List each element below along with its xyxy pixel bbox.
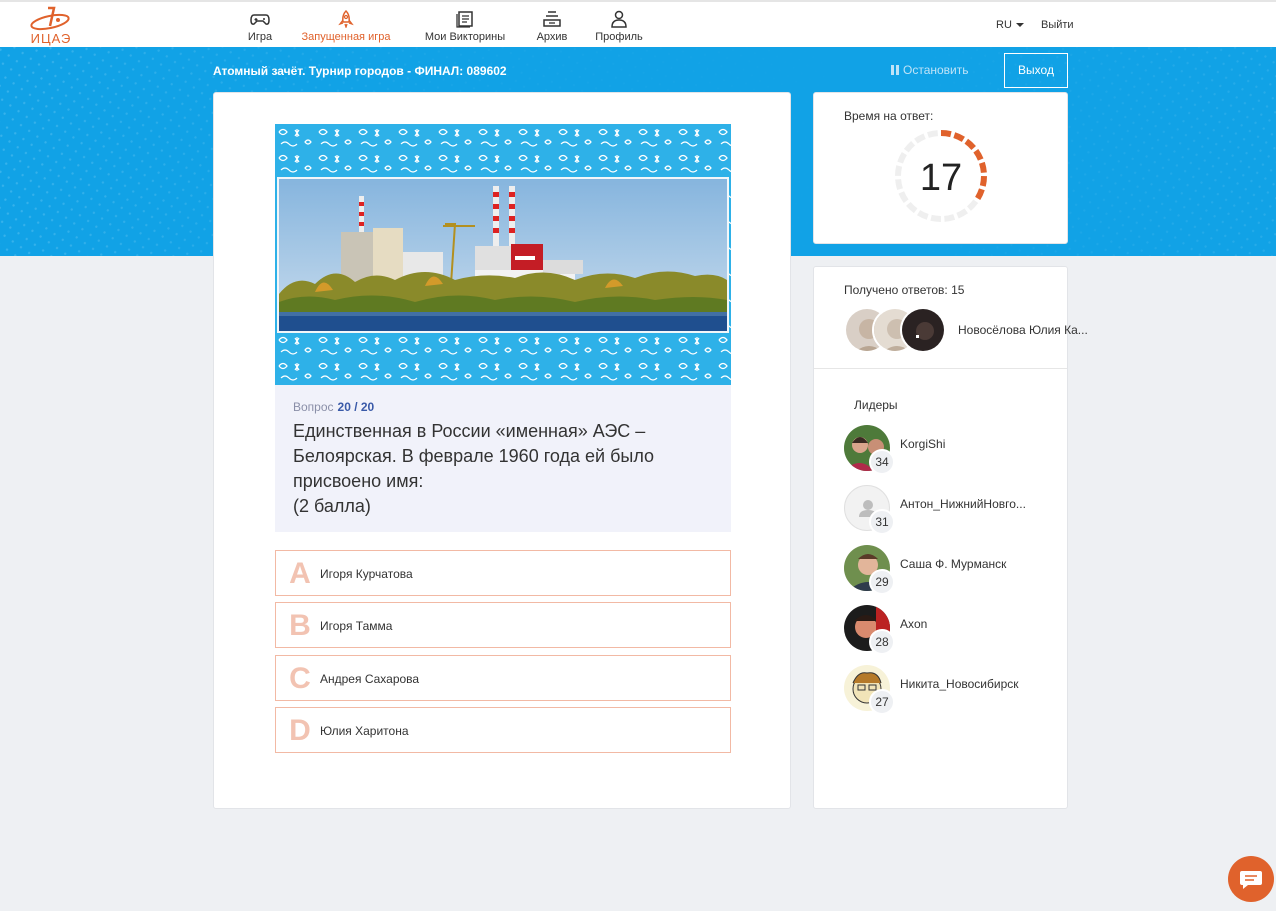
nav-label-game: Игра [247,31,273,43]
stop-label: Остановить [903,63,969,77]
answer-option-c[interactable]: C Андрея Сахарова [275,655,731,701]
answer-option-a[interactable]: A Игоря Курчатова [275,550,731,596]
answer-option-b[interactable]: B Игоря Тамма [275,602,731,648]
question-image [275,124,731,385]
leader-score: 29 [869,569,895,595]
leader-name: Никита_Новосибирск [900,677,1019,691]
leader-name: KorgiShi [900,437,946,451]
game-title: Атомный зачёт. Турнир городов - ФИНАЛ: 0… [213,64,507,78]
leader-item[interactable]: 31 Антон_НижнийНовго... [844,485,1054,535]
nav-item-archive[interactable]: Архив [532,10,572,48]
stop-button[interactable]: Остановить [891,63,969,77]
answer-letter: B [289,609,311,642]
nav-label-profile: Профиль [595,31,643,43]
question-box: Вопрос 20 / 20 Единственная в России «име… [275,385,731,532]
rocket-icon [338,10,354,28]
question-counter: Вопрос 20 / 20 [293,400,713,414]
leader-name: Саша Ф. Мурманск [900,557,1007,571]
question-card: Вопрос 20 / 20 Единственная в России «име… [213,92,791,809]
question-text: Единственная в России «именная» АЭС – Бе… [293,421,655,516]
latest-responder-name: Новосёлова Юлия Ка... [958,323,1088,337]
answer-option-d[interactable]: D Юлия Харитона [275,707,731,753]
answer-label: Игоря Тамма [320,619,393,633]
leader-score: 34 [869,449,895,475]
question-number: 20 / 20 [337,400,375,414]
leader-item[interactable]: 27 Никита_Новосибирск [844,665,1054,715]
chat-button[interactable] [1228,856,1274,902]
answer-letter: C [289,662,311,695]
divider [814,368,1067,369]
answer-letter: D [289,714,311,747]
site-logo[interactable]: ИЦАЭ [28,6,74,46]
answer-letter: A [289,557,311,590]
nav-label-archive: Архив [536,31,568,43]
leader-score: 28 [869,629,895,655]
avatar [900,307,946,353]
pause-icon [891,65,899,75]
responses-count: Получено ответов: 15 [844,283,965,297]
timer-label: Время на ответ: [844,109,934,123]
quiz-list-icon [456,11,473,28]
timer-card: Время на ответ: 17 [813,92,1068,244]
answer-label: Андрея Сахарова [320,672,420,686]
nav-item-profile[interactable]: Профиль [592,10,646,48]
user-icon [611,10,627,28]
nav-label-my-quizzes: Мои Викторины [424,31,506,43]
atom-logo-icon [30,6,70,31]
archive-icon [543,11,561,27]
logo-text: ИЦАЭ [30,31,72,46]
exit-button[interactable]: Выход [1004,53,1068,88]
leader-item[interactable]: 34 KorgiShi [844,425,1054,475]
top-navbar: ИЦАЭ Игра Запущенная игра Мои Викторины [0,0,1276,47]
answer-label: Игоря Курчатова [320,567,413,581]
leaders-title: Лидеры [854,398,898,412]
leader-score: 31 [869,509,895,535]
leader-item[interactable]: 29 Саша Ф. Мурманск [844,545,1054,595]
question-counter-label: Вопрос [293,400,334,414]
leader-item[interactable]: 28 Axon [844,605,1054,655]
leader-name: Axon [900,617,928,631]
gamepad-icon [250,14,270,25]
nav-item-running-game[interactable]: Запущенная игра [296,10,396,48]
nav-label-running-game: Запущенная игра [301,31,391,43]
timer-value: 17 [919,157,963,199]
responses-card: Получено ответов: 15 Новосёлова Юлия Ка.… [813,266,1088,809]
leader-score: 27 [869,689,895,715]
nav-item-game[interactable]: Игра [243,10,277,48]
caret-down-icon [1015,23,1024,28]
language-value: RU [996,19,1012,31]
leader-name: Антон_НижнийНовго... [900,497,1026,511]
logout-link[interactable]: Выйти [1041,19,1074,31]
nav-item-my-quizzes[interactable]: Мои Викторины [418,10,512,48]
chat-icon [1240,871,1262,889]
language-dropdown[interactable]: RU [996,19,1024,31]
answer-label: Юлия Харитона [320,724,409,738]
